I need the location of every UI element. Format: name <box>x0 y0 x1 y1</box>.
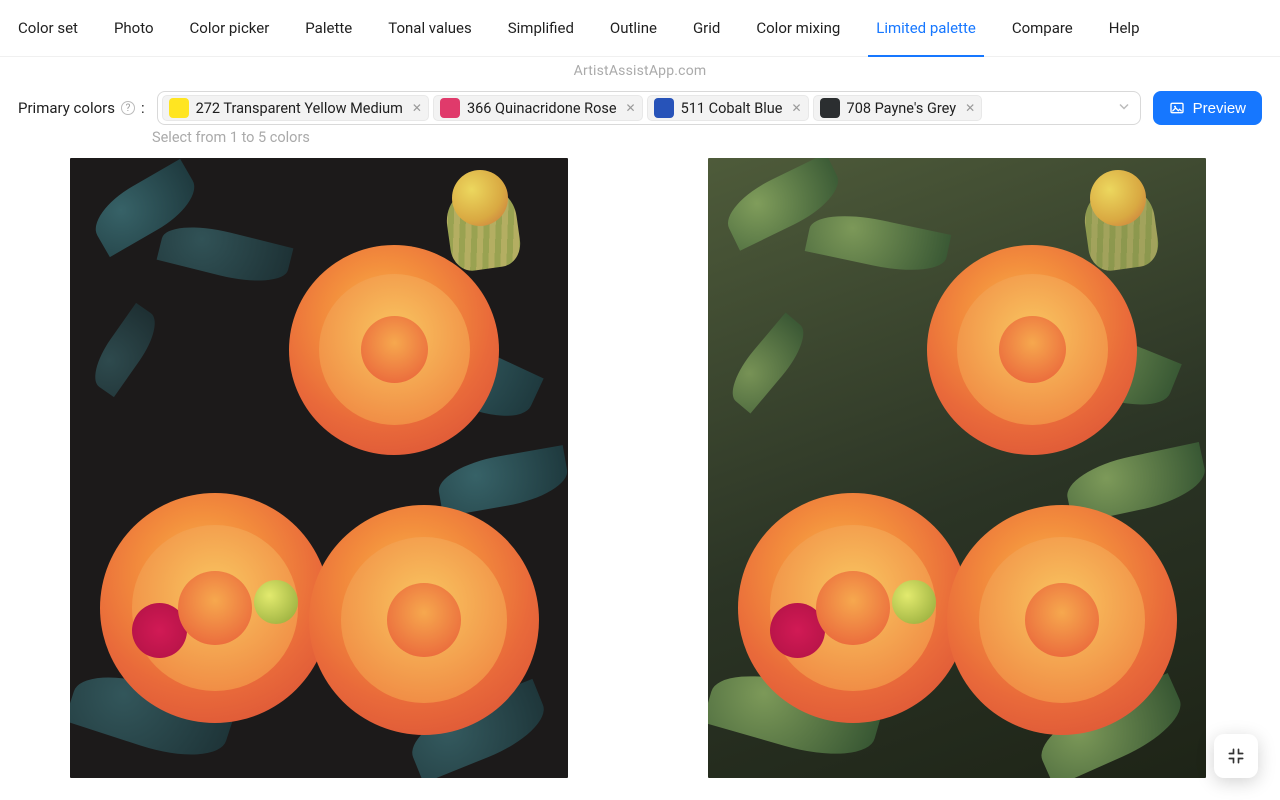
tag-yellow: 272 Transparent Yellow Medium ✕ <box>162 95 429 121</box>
tab-color-mixing[interactable]: Color mixing <box>756 0 840 57</box>
image-icon <box>1169 100 1185 116</box>
branding-text: ArtistAssistApp.com <box>0 63 1280 79</box>
tab-grid[interactable]: Grid <box>693 0 720 57</box>
preview-button[interactable]: Preview <box>1153 91 1262 125</box>
tab-color-set[interactable]: Color set <box>18 0 78 57</box>
tag-grey: 708 Payne's Grey ✕ <box>813 95 983 121</box>
tag-label: 511 Cobalt Blue <box>681 100 783 117</box>
primary-colors-label-text: Primary colors <box>18 99 115 117</box>
primary-colors-select[interactable]: 272 Transparent Yellow Medium ✕ 366 Quin… <box>157 91 1141 125</box>
tag-label: 272 Transparent Yellow Medium <box>196 100 403 117</box>
tag-blue: 511 Cobalt Blue ✕ <box>647 95 809 121</box>
tab-compare[interactable]: Compare <box>1012 0 1073 57</box>
swatch-icon <box>654 98 674 118</box>
swatch-icon <box>820 98 840 118</box>
tab-outline[interactable]: Outline <box>610 0 657 57</box>
close-icon[interactable]: ✕ <box>791 101 801 115</box>
tab-color-picker[interactable]: Color picker <box>190 0 270 57</box>
close-icon[interactable]: ✕ <box>412 101 422 115</box>
swatch-icon <box>440 98 460 118</box>
main-tabs: Color set Photo Color picker Palette Ton… <box>0 0 1280 57</box>
tab-simplified[interactable]: Simplified <box>508 0 574 57</box>
tag-label: 366 Quinacridone Rose <box>467 100 617 117</box>
tab-help[interactable]: Help <box>1109 0 1140 57</box>
select-hint: Select from 1 to 5 colors <box>0 125 1280 146</box>
tab-tonal-values[interactable]: Tonal values <box>388 0 472 57</box>
image-panels <box>0 146 1280 778</box>
fullscreen-exit-icon <box>1226 746 1246 766</box>
primary-colors-label: Primary colors ? : <box>18 99 145 117</box>
original-photo-preview <box>708 158 1206 778</box>
swatch-icon <box>169 98 189 118</box>
tab-palette[interactable]: Palette <box>305 0 352 57</box>
chevron-down-icon[interactable] <box>1118 101 1130 116</box>
close-icon[interactable]: ✕ <box>626 101 636 115</box>
preview-button-label: Preview <box>1193 100 1246 117</box>
colon: : <box>141 99 145 117</box>
fullscreen-exit-button[interactable] <box>1214 734 1258 778</box>
help-icon[interactable]: ? <box>121 101 135 115</box>
controls-row: Primary colors ? : 272 Transparent Yello… <box>0 79 1280 125</box>
tag-label: 708 Payne's Grey <box>847 100 957 117</box>
tab-limited-palette[interactable]: Limited palette <box>876 0 976 57</box>
close-icon[interactable]: ✕ <box>965 101 975 115</box>
tag-rose: 366 Quinacridone Rose ✕ <box>433 95 643 121</box>
tab-photo[interactable]: Photo <box>114 0 154 57</box>
limited-palette-preview <box>70 158 568 778</box>
